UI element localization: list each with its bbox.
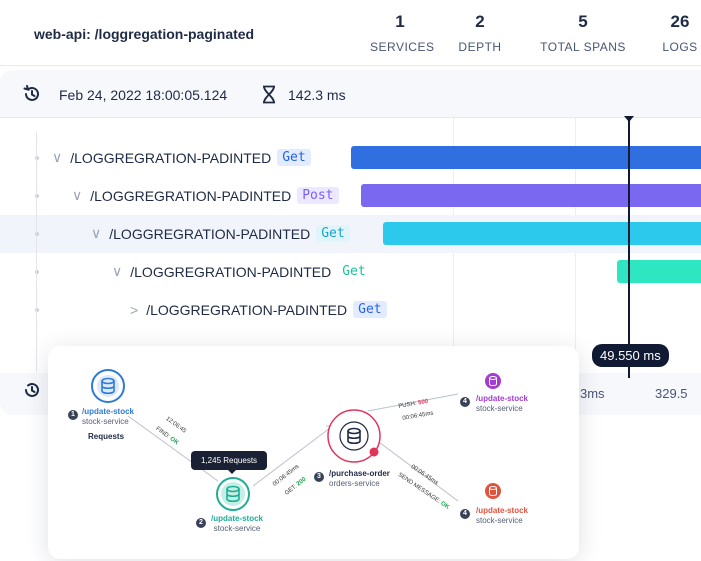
node-service: stock-service <box>213 524 261 533</box>
node-4b-ring[interactable] <box>485 483 501 499</box>
chevron-down-icon[interactable]: ∨ <box>91 225 101 242</box>
node-service: stock-service <box>476 516 523 525</box>
stat-logs: 26 LOGS <box>655 12 701 54</box>
node-number-badge: 1 <box>68 410 78 420</box>
span-name: /LOGGREGRATION-PADINTED <box>90 187 292 204</box>
node-number-badge: 4 <box>460 397 470 407</box>
stat-value: 1 <box>395 12 405 31</box>
span-bar[interactable] <box>383 222 701 245</box>
node-4a-ring[interactable] <box>485 373 501 389</box>
stat-services: 1 SERVICES <box>370 12 435 54</box>
chevron-right-icon[interactable]: > <box>130 302 138 318</box>
method-tag: Get <box>277 149 311 166</box>
service-map-graph <box>91 369 501 511</box>
span-row[interactable]: ∨ /LOGGREGRATION-PADINTED Get <box>0 215 701 253</box>
node-4b-label[interactable]: /update-stock stock-service <box>476 506 528 526</box>
stat-label: DEPTH <box>458 40 502 54</box>
requests-tooltip: 1,245 Requests <box>191 451 268 474</box>
history-icon <box>25 382 39 397</box>
span-name: /LOGGREGRATION-PADINTED <box>109 225 311 242</box>
chevron-down-icon[interactable]: ∨ <box>52 149 62 166</box>
span-row[interactable]: ∨ /LOGGREGRATION-PADINTED Post <box>0 177 701 215</box>
span-bar[interactable] <box>361 184 701 207</box>
span-timeline: ∨ /LOGGREGRATION-PADINTED Get ∨ /LOGGREG… <box>0 118 701 373</box>
stat-value: 2 <box>475 12 485 31</box>
stat-total-spans: 5 TOTAL SPANS <box>533 12 633 54</box>
service-map-card: 1 /update-stock stock-service Requests 2… <box>48 346 579 559</box>
tree-guide-line <box>36 132 37 372</box>
axis-tick-label: 329.5 <box>655 386 688 401</box>
span-label: ∨ /LOGGREGRATION-PADINTED Get <box>112 263 371 280</box>
span-row[interactable]: ∨ /LOGGREGRATION-PADINTED Get <box>0 139 701 177</box>
stat-value: 26 <box>670 12 690 31</box>
node-service: stock-service <box>476 404 523 413</box>
history-icon <box>23 85 39 101</box>
time-cursor-head[interactable] <box>624 116 634 122</box>
node-2-label[interactable]: /update-stock stock-service <box>211 514 263 534</box>
trace-meta: Feb 24, 2022 18:00:05.124 142.3 ms <box>0 70 701 118</box>
node-number-badge: 3 <box>314 472 324 482</box>
node-number-badge: 2 <box>196 518 206 528</box>
span-name: /LOGGREGRATION-PADINTED <box>70 149 272 166</box>
trace-timestamp: Feb 24, 2022 18:00:05.124 <box>59 87 228 103</box>
node-endpoint: /purchase-order <box>329 469 390 478</box>
time-cursor-label: 49.550 ms <box>592 344 669 367</box>
chevron-down-icon[interactable]: ∨ <box>112 263 122 280</box>
span-name: /LOGGREGRATION-PADINTED <box>146 301 348 318</box>
span-bar[interactable] <box>351 146 701 169</box>
span-row[interactable]: > /LOGGREGRATION-PADINTED Get <box>0 291 701 329</box>
time-cursor[interactable] <box>628 116 630 378</box>
stat-value: 5 <box>578 12 588 31</box>
span-label: ∨ /LOGGREGRATION-PADINTED Get <box>52 149 311 166</box>
span-name: /LOGGREGRATION-PADINTED <box>130 263 332 280</box>
error-badge <box>369 447 379 457</box>
method-tag: Get <box>353 301 387 318</box>
requests-label: Requests <box>88 432 125 441</box>
axis-tick-label: 3ms <box>580 386 605 401</box>
node-1-label[interactable]: /update-stock stock-service <box>82 407 134 427</box>
node-endpoint: /update-stock <box>476 394 529 403</box>
node-4a-label[interactable]: /update-stock stock-service <box>476 394 528 414</box>
node-service: orders-service <box>329 479 380 488</box>
stat-label: LOGS <box>662 40 698 54</box>
method-tag: Get <box>316 225 350 242</box>
trace-duration: 142.3 ms <box>288 87 346 103</box>
span-label: ∨ /LOGGREGRATION-PADINTED Post <box>72 187 339 204</box>
node-endpoint: /update-stock <box>211 514 264 523</box>
stat-label: TOTAL SPANS <box>540 40 626 54</box>
node-3-label[interactable]: /purchase-order orders-service <box>329 469 390 489</box>
span-label: ∨ /LOGGREGRATION-PADINTED Get <box>91 225 350 242</box>
trace-header: web-api: /loggregation-paginated 1 SERVI… <box>0 0 701 66</box>
method-tag: Get <box>337 263 371 280</box>
node-endpoint: /update-stock <box>476 506 529 515</box>
stat-label: SERVICES <box>370 40 435 54</box>
method-tag: Post <box>297 187 339 204</box>
node-service: stock-service <box>82 417 129 426</box>
trace-title: web-api: /loggregation-paginated <box>34 26 255 42</box>
span-label: > /LOGGREGRATION-PADINTED Get <box>130 301 387 318</box>
span-row[interactable]: ∨ /LOGGREGRATION-PADINTED Get <box>0 253 701 291</box>
chevron-down-icon[interactable]: ∨ <box>72 187 82 204</box>
node-number-badge: 4 <box>460 509 470 519</box>
hourglass-icon <box>263 85 275 104</box>
stat-depth: 2 DEPTH <box>455 12 505 54</box>
node-2-fill <box>221 482 245 506</box>
node-3-fill <box>339 421 369 451</box>
node-endpoint: /update-stock <box>82 407 135 416</box>
